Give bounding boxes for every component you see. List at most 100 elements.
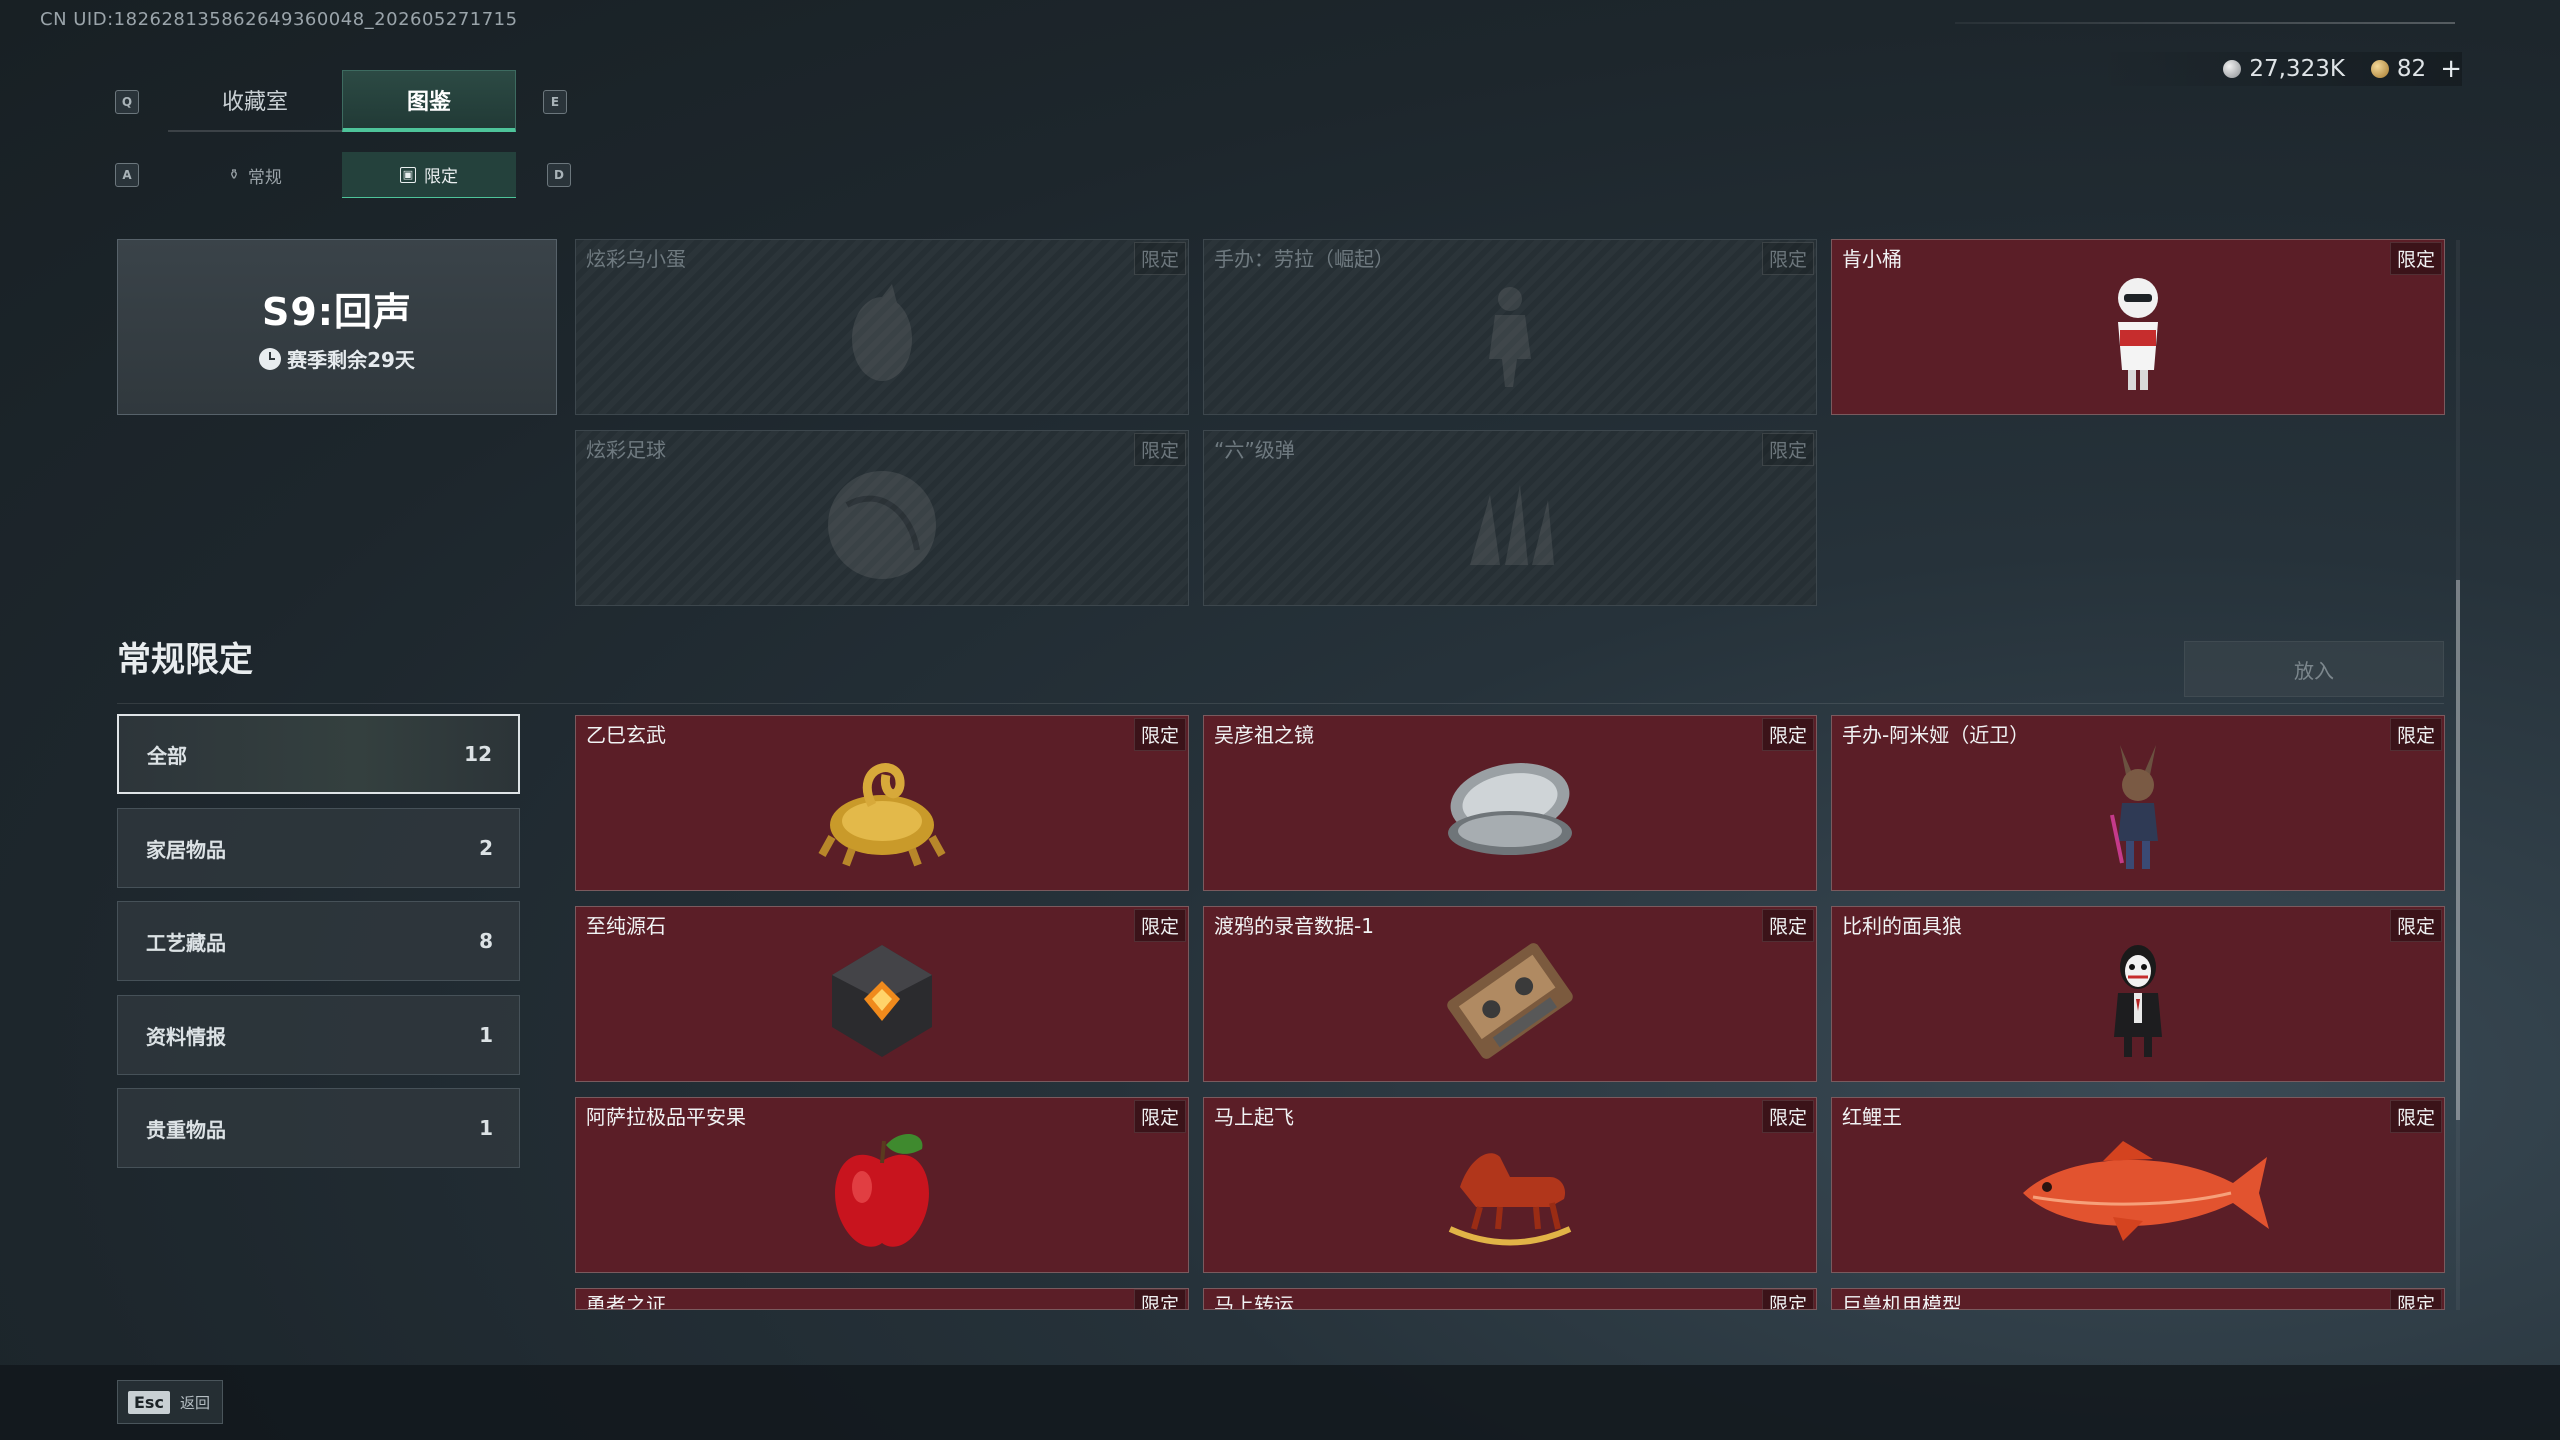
limited-tag: 限定 bbox=[1133, 909, 1186, 942]
category-label: 工艺藏品 bbox=[146, 930, 226, 955]
category-home[interactable]: 家居物品 2 bbox=[117, 808, 520, 888]
tab-catalog[interactable]: 图鉴 bbox=[342, 70, 516, 132]
sub-tabs: ⚱ 常规 ▣ 限定 bbox=[168, 152, 516, 198]
subtab-limited-label: 限定 bbox=[424, 167, 458, 187]
limited-tag: 限定 bbox=[1133, 433, 1186, 466]
limited-tag: 限定 bbox=[1133, 242, 1186, 275]
item-card[interactable]: 比利的面具狼 限定 bbox=[1831, 906, 2445, 1082]
item-name: 比利的面具狼 bbox=[1842, 914, 1962, 938]
item-card[interactable]: 吴彦祖之镜 限定 bbox=[1203, 715, 1817, 891]
billy-puppet-icon bbox=[2114, 944, 2162, 1057]
item-name: 马上转运 bbox=[1214, 1293, 1294, 1310]
item-card[interactable]: 至纯源石 限定 bbox=[575, 906, 1189, 1082]
item-name: 肯小桶 bbox=[1842, 247, 1902, 271]
category-valuables[interactable]: 贵重物品 1 bbox=[117, 1088, 520, 1168]
item-name: 渡鸦的录音数据-1 bbox=[1214, 914, 1374, 938]
season-remaining-text: 赛季剩余29天 bbox=[287, 348, 415, 372]
season-item-card[interactable]: 肯小桶 限定 bbox=[1831, 239, 2445, 415]
figure-amiya-icon bbox=[2110, 744, 2158, 869]
category-count: 8 bbox=[479, 929, 493, 953]
key-hint-next-sub[interactable]: D bbox=[547, 163, 571, 187]
category-craft[interactable]: 工艺藏品 8 bbox=[117, 901, 520, 981]
section-title: 常规限定 bbox=[117, 640, 253, 680]
item-name: 巨兽机甲模型 bbox=[1842, 1293, 1962, 1310]
category-count: 1 bbox=[479, 1023, 493, 1047]
uid-label: CN UID:1826281358626493600​48_2026052717… bbox=[40, 9, 518, 30]
item-name: 乙巳玄武 bbox=[586, 723, 666, 747]
season-panel: S9:回声 赛季剩余29天 bbox=[117, 239, 557, 415]
bottom-bar bbox=[0, 1365, 2560, 1440]
silver-amount: 27,323K bbox=[2249, 56, 2345, 82]
season-item-card[interactable]: “六”级弹 限定 bbox=[1203, 430, 1817, 606]
key-hint-prev-tab[interactable]: Q bbox=[115, 90, 139, 114]
season-item-card[interactable]: 炫彩乌小蛋 限定 bbox=[575, 239, 1189, 415]
put-in-button[interactable]: 放入 bbox=[2184, 641, 2444, 697]
clock-icon bbox=[259, 347, 282, 370]
gold-amount: 82 bbox=[2396, 56, 2427, 82]
season-item-card[interactable]: 手办：劳拉（崛起） 限定 bbox=[1203, 239, 1817, 415]
gold-coin-icon bbox=[2370, 60, 2389, 78]
football-icon bbox=[828, 470, 936, 579]
limited-tag: 限定 bbox=[1761, 909, 1814, 942]
add-currency-button[interactable]: + bbox=[2440, 54, 2462, 84]
rocking-horse-icon bbox=[1448, 1153, 1572, 1246]
item-card[interactable]: 马上转运 限定 bbox=[1203, 1288, 1817, 1310]
item-card[interactable]: 马上起飞 限定 bbox=[1203, 1097, 1817, 1273]
category-count: 12 bbox=[464, 742, 492, 766]
subtab-limited[interactable]: ▣ 限定 bbox=[342, 152, 516, 198]
currency-bar: 27,323K 82 + bbox=[2092, 52, 2462, 86]
category-count: 2 bbox=[479, 836, 493, 860]
compact-mirror-icon bbox=[1448, 763, 1572, 855]
item-card[interactable]: 渡鸦的录音数据-1 限定 bbox=[1203, 906, 1817, 1082]
category-label: 家居物品 bbox=[146, 837, 226, 862]
gold-currency: 82 + bbox=[2370, 54, 2462, 84]
bottle-icon: ⚱ bbox=[228, 167, 240, 183]
limited-tag: 限定 bbox=[1761, 1100, 1814, 1133]
subtab-regular[interactable]: ⚱ 常规 bbox=[168, 152, 342, 198]
section-divider bbox=[117, 703, 2444, 704]
item-card[interactable]: 勇者之证 限定 bbox=[575, 1288, 1189, 1310]
item-card[interactable]: 手办-阿米娅（近卫） 限定 bbox=[1831, 715, 2445, 891]
item-name: 手办：劳拉（崛起） bbox=[1214, 247, 1394, 271]
item-name: 吴彦祖之镜 bbox=[1214, 723, 1314, 747]
limited-tag: 限定 bbox=[2389, 1100, 2442, 1133]
item-name: 炫彩足球 bbox=[586, 438, 666, 462]
item-name: 红鲤王 bbox=[1842, 1105, 1902, 1129]
red-carp-icon bbox=[2023, 1140, 2269, 1241]
scrollbar-thumb[interactable] bbox=[2456, 580, 2460, 1120]
category-label: 资料情报 bbox=[146, 1024, 226, 1049]
tab-collection-room[interactable]: 收藏室 bbox=[168, 70, 342, 132]
category-label: 贵重物品 bbox=[146, 1117, 226, 1142]
limited-tag: 限定 bbox=[1761, 242, 1814, 275]
category-label: 全部 bbox=[147, 743, 187, 768]
item-name: “六”级弹 bbox=[1214, 438, 1295, 462]
originium-crystal-icon bbox=[832, 944, 932, 1057]
main-tabs: 收藏室 图鉴 bbox=[168, 70, 516, 132]
key-hint-next-tab[interactable]: E bbox=[543, 90, 567, 114]
back-label: 返回 bbox=[179, 1393, 210, 1412]
limited-tag: 限定 bbox=[1133, 1289, 1186, 1309]
item-name: 马上起飞 bbox=[1214, 1105, 1294, 1129]
limited-tag: 限定 bbox=[1133, 1100, 1186, 1133]
category-intel[interactable]: 资料情报 1 bbox=[117, 995, 520, 1075]
key-hint-prev-sub[interactable]: A bbox=[115, 163, 139, 187]
limited-tag: 限定 bbox=[1133, 718, 1186, 751]
item-card[interactable]: 巨兽机甲模型 限定 bbox=[1831, 1288, 2445, 1310]
item-name: 勇者之证 bbox=[586, 1293, 666, 1310]
limited-tag: 限定 bbox=[2389, 909, 2442, 942]
limited-tag: 限定 bbox=[2389, 242, 2442, 275]
limited-tag: 限定 bbox=[2389, 718, 2442, 751]
esc-key-icon: Esc bbox=[128, 1390, 170, 1414]
season-title: S9:回声 bbox=[261, 290, 412, 334]
silver-currency: 27,323K bbox=[2223, 56, 2345, 82]
season-item-card[interactable]: 炫彩足球 限定 bbox=[575, 430, 1189, 606]
figure-icon bbox=[1489, 286, 1531, 387]
item-name: 手办-阿米娅（近卫） bbox=[1842, 723, 2030, 747]
top-decoration bbox=[1955, 22, 2455, 24]
item-card[interactable]: 乙巳玄武 限定 bbox=[575, 715, 1189, 891]
category-all[interactable]: 全部 12 bbox=[117, 714, 520, 794]
item-card[interactable]: 红鲤王 限定 bbox=[1831, 1097, 2445, 1273]
item-card[interactable]: 阿萨拉极品平安果 限定 bbox=[575, 1097, 1189, 1273]
back-button[interactable]: Esc 返回 bbox=[117, 1380, 223, 1424]
limited-tag: 限定 bbox=[1761, 1289, 1814, 1309]
